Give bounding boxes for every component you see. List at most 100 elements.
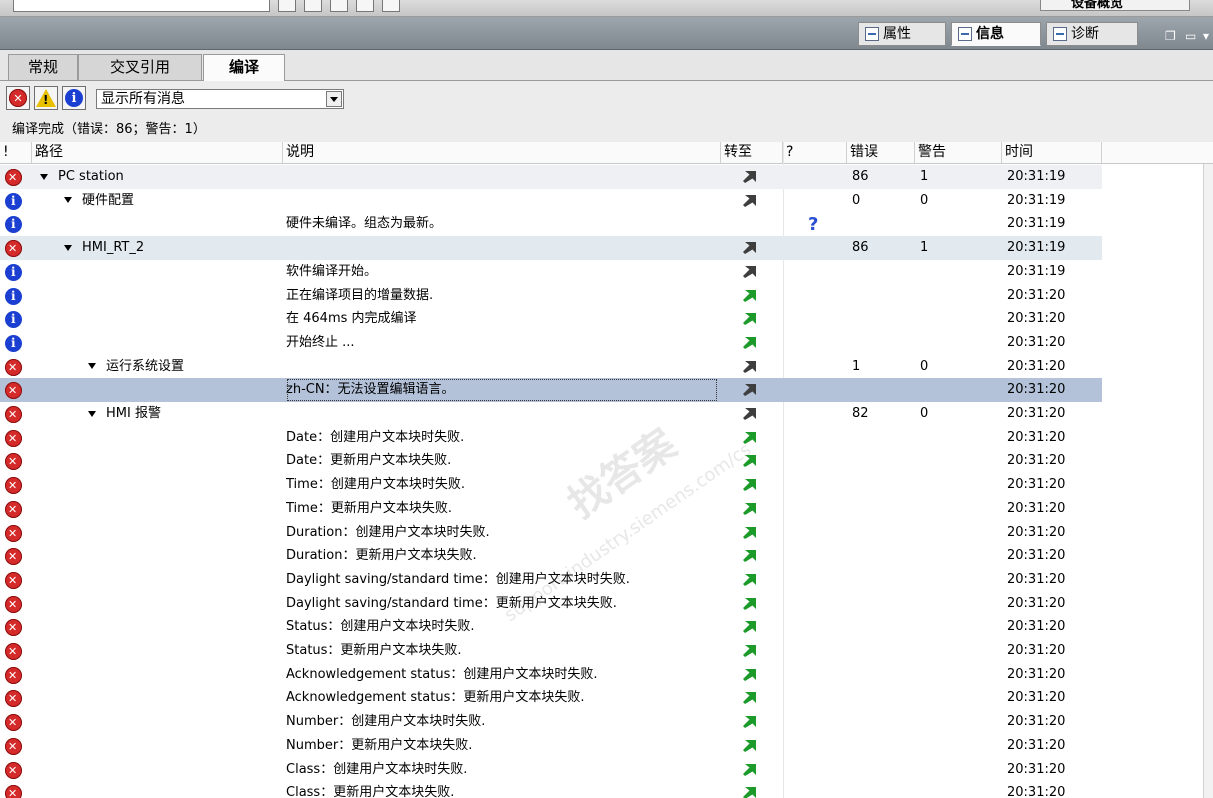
table-row[interactable]: 硬件未编译。组态为最新。? 20:31:19 (0, 212, 1102, 236)
goto-arrow-icon[interactable] (741, 549, 757, 563)
expand-triangle-icon[interactable] (88, 363, 96, 370)
window-menu-icon[interactable]: ▾ (1203, 29, 1209, 43)
table-row[interactable]: Status：更新用户文本块失败. 20:31:20 (0, 639, 1102, 663)
expand-triangle-icon[interactable] (40, 173, 48, 180)
message-filter-select[interactable]: 显示所有消息 (96, 89, 344, 109)
col-errors[interactable]: 错误 (847, 142, 915, 163)
tab-info[interactable]: 信息 (951, 22, 1041, 46)
goto-arrow-icon[interactable] (741, 431, 757, 445)
filter-errors-button[interactable] (6, 86, 30, 110)
row-path[interactable]: PC station (40, 165, 124, 189)
table-row[interactable]: PC station 86 1 20:31:19 (0, 165, 1102, 189)
goto-arrow-icon[interactable] (741, 241, 757, 255)
subtab-compile[interactable]: 编译 (203, 54, 285, 81)
subtab-general[interactable]: 常规 (8, 54, 78, 80)
col-description[interactable]: 说明 (283, 142, 721, 163)
toolbar-button-2[interactable] (304, 0, 322, 12)
device-overview-tab[interactable]: 设备概览 (1040, 0, 1190, 11)
goto-arrow-icon[interactable] (741, 360, 757, 374)
table-row[interactable]: 开始终止 ... 20:31:20 (0, 331, 1102, 355)
vertical-scrollbar[interactable] (1203, 164, 1213, 798)
goto-arrow-icon[interactable] (741, 597, 757, 611)
goto-arrow-icon[interactable] (741, 644, 757, 658)
table-row[interactable]: Number：创建用户文本块时失败. 20:31:20 (0, 710, 1102, 734)
row-description: Class：更新用户文本块失败. (286, 785, 455, 798)
goto-arrow-icon[interactable] (741, 763, 757, 777)
col-help[interactable]: ? (783, 142, 847, 163)
table-row[interactable]: Duration：更新用户文本块失败. 20:31:20 (0, 544, 1102, 568)
row-path[interactable]: 硬件配置 (64, 189, 134, 213)
row-path[interactable]: HMI 报警 (88, 402, 161, 426)
goto-arrow-icon[interactable] (741, 336, 757, 350)
subtab-cross-reference[interactable]: 交叉引用 (78, 54, 202, 80)
table-row[interactable]: Time：更新用户文本块失败. 20:31:20 (0, 497, 1102, 521)
row-time: 20:31:20 (1007, 619, 1066, 635)
table-row[interactable]: Status：创建用户文本块时失败. 20:31:20 (0, 615, 1102, 639)
row-time: 20:31:20 (1007, 714, 1066, 730)
goto-arrow-icon[interactable] (741, 620, 757, 634)
goto-arrow-icon[interactable] (741, 691, 757, 705)
goto-arrow-icon[interactable] (741, 668, 757, 682)
goto-arrow-icon[interactable] (741, 478, 757, 492)
filter-warnings-button[interactable] (34, 86, 58, 110)
table-row[interactable]: 软件编译开始。 20:31:19 (0, 260, 1102, 284)
goto-arrow-icon[interactable] (741, 170, 757, 184)
goto-arrow-icon[interactable] (741, 573, 757, 587)
restore-window-icon[interactable]: ❐ (1165, 29, 1176, 43)
goto-arrow-icon[interactable] (741, 289, 757, 303)
goto-arrow-icon[interactable] (741, 407, 757, 421)
goto-arrow-icon[interactable] (741, 502, 757, 516)
goto-arrow-icon[interactable] (741, 194, 757, 208)
table-row[interactable]: Daylight saving/standard time：更新用户文本块失败.… (0, 592, 1102, 616)
col-time[interactable]: 时间 (1002, 142, 1102, 163)
toolbar-button-5[interactable] (382, 0, 400, 12)
table-row[interactable]: Time：创建用户文本块时失败. 20:31:20 (0, 473, 1102, 497)
table-row[interactable]: Acknowledgement status：更新用户文本块失败. 20:31:2… (0, 686, 1102, 710)
goto-arrow-icon[interactable] (741, 383, 757, 397)
help-question-icon[interactable]: ? (808, 214, 818, 235)
table-row[interactable]: zh-CN：无法设置编辑语言。 20:31:20 (0, 378, 1102, 402)
expand-triangle-icon[interactable] (64, 244, 72, 251)
goto-arrow-icon[interactable] (741, 715, 757, 729)
row-path[interactable]: HMI_RT_2 (64, 236, 144, 260)
toolbar-button-1[interactable] (278, 0, 296, 12)
goto-arrow-icon[interactable] (741, 526, 757, 540)
expand-triangle-icon[interactable] (64, 197, 72, 204)
table-row[interactable]: 正在编译项目的增量数据. 20:31:20 (0, 284, 1102, 308)
goto-arrow-icon[interactable] (741, 454, 757, 468)
col-severity[interactable]: ! (0, 142, 32, 163)
table-row[interactable]: HMI 报警 82 0 20:31:20 (0, 402, 1102, 426)
chevron-down-icon[interactable] (326, 91, 342, 107)
tab-diagnostics[interactable]: 诊断 (1046, 22, 1138, 46)
expand-triangle-icon[interactable] (88, 410, 96, 417)
table-row[interactable]: 在 464ms 内完成编译 20:31:20 (0, 307, 1102, 331)
table-row[interactable]: HMI_RT_2 86 1 20:31:19 (0, 236, 1102, 260)
row-path[interactable]: 运行系统设置 (88, 355, 184, 379)
table-row[interactable]: 运行系统设置 1 0 20:31:20 (0, 355, 1102, 379)
col-goto[interactable]: 转至 (721, 142, 783, 163)
row-description: Acknowledgement status：更新用户文本块失败. (286, 690, 585, 706)
toolbar-button-3[interactable] (330, 0, 348, 12)
goto-arrow-icon[interactable] (741, 312, 757, 326)
error-icon (5, 737, 22, 755)
table-row[interactable]: Class：更新用户文本块失败. 20:31:20 (0, 781, 1102, 798)
filter-info-button[interactable] (62, 86, 86, 110)
col-warnings[interactable]: 警告 (915, 142, 1002, 163)
table-row[interactable]: Date：更新用户文本块失败. 20:31:20 (0, 449, 1102, 473)
table-row[interactable]: Daylight saving/standard time：创建用户文本块时失败… (0, 568, 1102, 592)
table-row[interactable]: Date：创建用户文本块时失败. 20:31:20 (0, 426, 1102, 450)
table-row[interactable]: Number：更新用户文本块失败. 20:31:20 (0, 734, 1102, 758)
goto-arrow-icon[interactable] (741, 265, 757, 279)
table-row[interactable]: Duration：创建用户文本块时失败. 20:31:20 (0, 521, 1102, 545)
col-path[interactable]: 路径 (32, 142, 283, 163)
goto-arrow-icon[interactable] (741, 786, 757, 798)
error-icon (5, 643, 22, 660)
top-search-field[interactable] (13, 0, 270, 12)
goto-arrow-icon[interactable] (741, 739, 757, 753)
table-row[interactable]: Acknowledgement status：创建用户文本块时失败. 20:31:… (0, 663, 1102, 687)
toolbar-button-4[interactable] (356, 0, 374, 12)
table-row[interactable]: 硬件配置 0 0 20:31:19 (0, 189, 1102, 213)
tab-properties[interactable]: 属性 (858, 22, 946, 46)
minimize-window-icon[interactable]: ▭ (1185, 29, 1196, 43)
table-row[interactable]: Class：创建用户文本块时失败. 20:31:20 (0, 758, 1102, 782)
